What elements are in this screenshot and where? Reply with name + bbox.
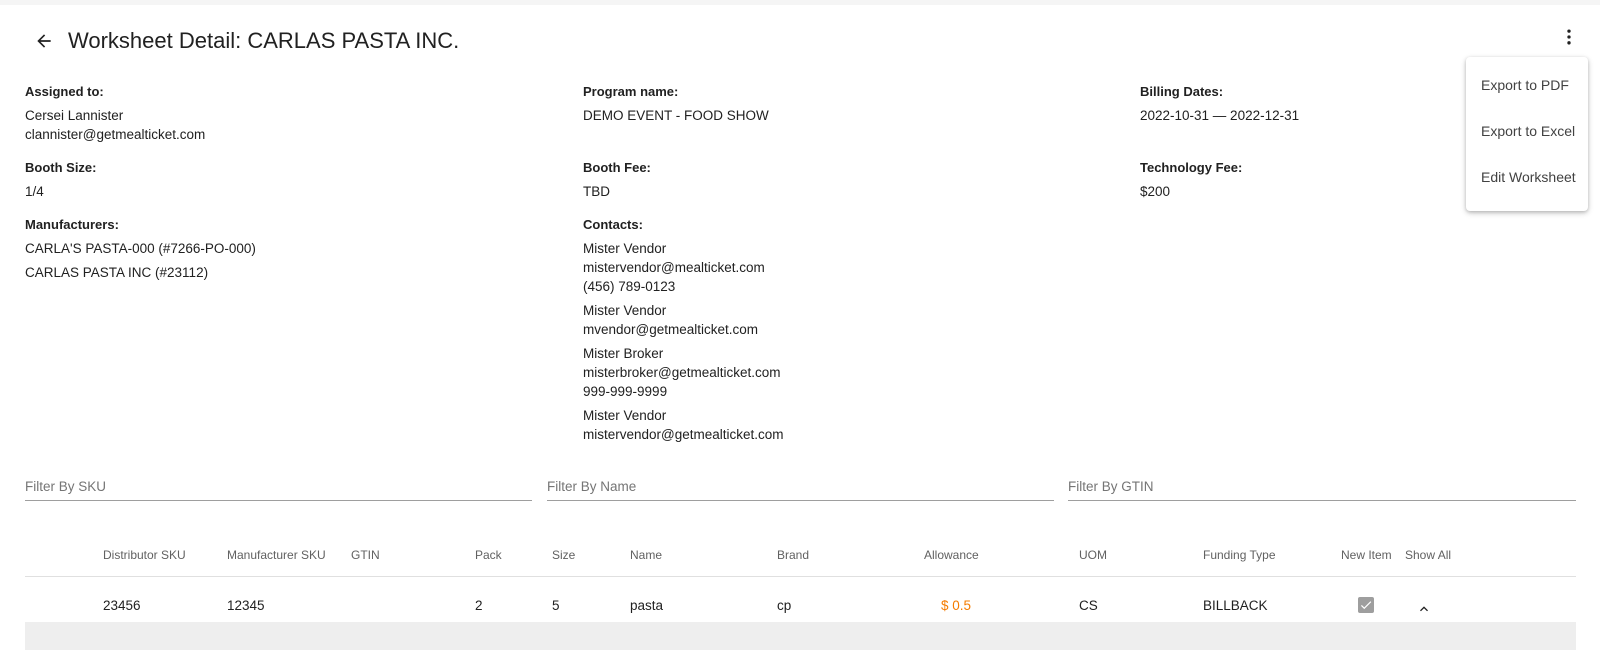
cell-size: 5 <box>552 598 560 613</box>
column-header-distributor-sku[interactable]: Distributor SKU <box>103 548 186 562</box>
billing-dates-value: 2022-10-31 — 2022-12-31 <box>1140 108 1300 123</box>
manufacturer-item: CARLAS PASTA INC (#23112) <box>25 265 209 280</box>
contact-email: mvendor@getmealticket.com <box>583 322 759 337</box>
assignee-email: clannister@getmealticket.com <box>25 127 206 142</box>
collapse-row-button[interactable] <box>1414 599 1434 619</box>
filter-gtin-input[interactable] <box>1068 472 1576 501</box>
arrow-left-icon <box>37 34 51 48</box>
page-title: Worksheet Detail: CARLAS PASTA INC. <box>68 28 460 53</box>
booth-fee-label: Booth Fee: <box>583 160 651 175</box>
cell-distributor-sku: 23456 <box>103 598 141 613</box>
contact-email: mistervendor@mealticket.com <box>583 260 765 275</box>
export-pdf-menu-item[interactable]: Export to PDF <box>1481 77 1569 93</box>
contact-email: misterbroker@getmealticket.com <box>583 365 781 380</box>
contact-phone: (456) 789-0123 <box>583 279 676 294</box>
worksheet-detail-page: Worksheet Detail: CARLAS PASTA INC. Expo… <box>0 5 1600 650</box>
cell-pack: 2 <box>475 598 483 613</box>
program-name-value: DEMO EVENT - FOOD SHOW <box>583 108 769 123</box>
column-header-uom[interactable]: UOM <box>1079 548 1107 562</box>
cell-allowance: $ 0.5 <box>941 598 972 613</box>
assignee-name: Cersei Lannister <box>25 108 124 123</box>
check-icon <box>1360 601 1372 610</box>
contacts-label: Contacts: <box>583 217 643 232</box>
back-button[interactable] <box>32 29 56 53</box>
filter-name-input[interactable] <box>547 472 1054 501</box>
column-header-size[interactable]: Size <box>552 548 575 562</box>
more-vertical-icon <box>1567 29 1571 45</box>
column-header-name[interactable]: Name <box>630 548 662 562</box>
manufacturers-label: Manufacturers: <box>25 217 119 232</box>
contact-name: Mister Vendor <box>583 303 667 318</box>
cell-name: pasta <box>630 598 664 613</box>
cell-uom: CS <box>1079 598 1098 613</box>
edit-worksheet-menu-item[interactable]: Edit Worksheet <box>1481 169 1576 185</box>
column-header-pack[interactable]: Pack <box>475 548 502 562</box>
technology-fee-value: $200 <box>1140 184 1171 199</box>
column-header-gtin[interactable]: GTIN <box>351 548 380 562</box>
contact-name: Mister Vendor <box>583 408 667 423</box>
filter-sku-input[interactable] <box>25 472 532 501</box>
cell-funding-type: BILLBACK <box>1203 598 1268 613</box>
contact-name: Mister Broker <box>583 346 664 361</box>
cell-manufacturer-sku: 12345 <box>227 598 265 613</box>
worksheet-actions-menu: Export to PDF Export to Excel Edit Works… <box>1466 57 1588 211</box>
chevron-up-icon <box>1420 606 1428 612</box>
new-item-checkbox[interactable] <box>1358 597 1374 613</box>
export-excel-menu-item[interactable]: Export to Excel <box>1481 123 1575 139</box>
contact-name: Mister Vendor <box>583 241 667 256</box>
cell-brand: cp <box>777 598 792 613</box>
booth-size-label: Booth Size: <box>25 160 97 175</box>
program-name-label: Program name: <box>583 84 679 99</box>
booth-size-value: 1/4 <box>25 184 44 199</box>
more-options-button[interactable] <box>1557 25 1581 49</box>
booth-fee-value: TBD <box>583 184 610 199</box>
manufacturer-item: CARLA'S PASTA-000 (#7266-PO-000) <box>25 241 256 256</box>
show-all-toggle[interactable]: Show All <box>1405 548 1451 562</box>
assigned-to-label: Assigned to: <box>25 84 104 99</box>
column-header-allowance[interactable]: Allowance <box>924 548 979 562</box>
technology-fee-label: Technology Fee: <box>1140 160 1243 175</box>
billing-dates-label: Billing Dates: <box>1140 84 1224 99</box>
column-header-funding-type[interactable]: Funding Type <box>1203 548 1276 562</box>
column-header-new-item[interactable]: New Item <box>1341 548 1392 562</box>
table-header-divider <box>25 576 1576 577</box>
page-header: Worksheet Detail: CARLAS PASTA INC. <box>32 25 459 57</box>
expanded-row-detail <box>25 622 1576 650</box>
column-header-manufacturer-sku[interactable]: Manufacturer SKU <box>227 548 326 562</box>
contact-phone: 999-999-9999 <box>583 384 668 399</box>
column-header-brand[interactable]: Brand <box>777 548 809 562</box>
contact-email: mistervendor@getmealticket.com <box>583 427 784 442</box>
